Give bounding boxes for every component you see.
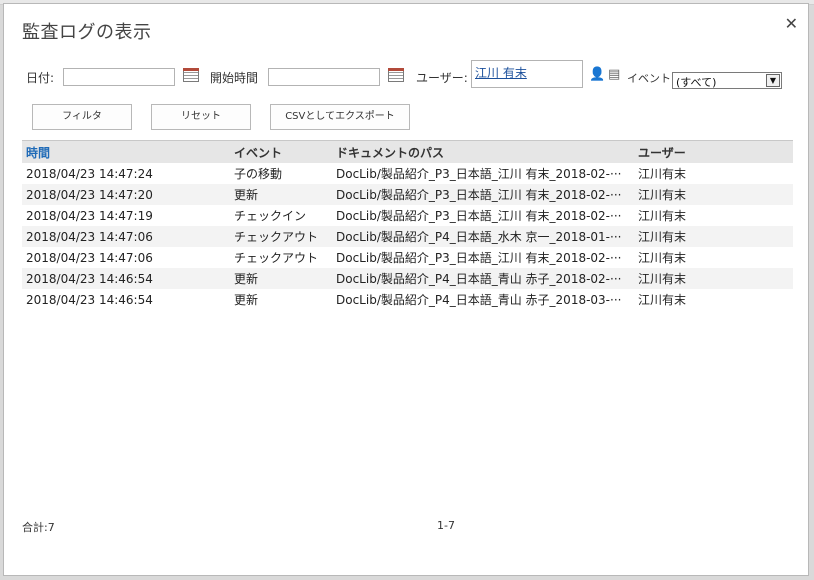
column-header-user[interactable]: ユーザー — [634, 140, 793, 163]
cell-event: チェックアウト — [230, 226, 332, 247]
dropdown-arrow-icon[interactable]: ▼ — [766, 74, 780, 87]
table-row[interactable]: 2018/04/23 14:47:20 更新 DocLib/製品紹介_P3_日本… — [22, 184, 793, 205]
cell-document-path: DocLib/製品紹介_P4_日本語_青山 赤子_2018-02-··· — [332, 268, 634, 289]
table-row[interactable]: 2018/04/23 14:47:06 チェックアウト DocLib/製品紹介_… — [22, 247, 793, 268]
cell-document-path: DocLib/製品紹介_P3_日本語_江川 有末_2018-02-··· — [332, 184, 634, 205]
cell-user: 江川有末 — [638, 251, 687, 265]
cell-event: チェックアウト — [234, 251, 319, 265]
cell-user: 江川有末 — [634, 184, 793, 205]
table-row[interactable]: 2018/04/23 14:47:06 チェックアウト DocLib/製品紹介_… — [22, 226, 793, 247]
calendar-icon[interactable] — [388, 68, 404, 82]
table-header-row: 時間 イベント ドキュメントのパス ユーザー — [22, 140, 793, 163]
cell-time: 2018/04/23 14:46:54 — [26, 292, 153, 307]
cell-document-path: DocLib/製品紹介_P3_日本語_江川 有末_2018-02-··· — [336, 251, 622, 265]
cell-time: 2018/04/23 14:47:19 — [26, 208, 153, 223]
filter-button[interactable]: フィルタ — [32, 104, 132, 130]
event-select[interactable]: (すべて) ▼ — [672, 72, 782, 89]
cell-user: 江川有末 — [634, 268, 793, 289]
start-time-input[interactable] — [268, 68, 380, 86]
reset-button[interactable]: リセット — [151, 104, 251, 130]
cell-event: チェックイン — [234, 209, 307, 223]
audit-log-dialog: 監査ログの表示 ✕ 日付: 開始時間 ユーザー: 江川 有末 👤 ▤ イベント … — [3, 3, 809, 576]
cell-document-path: DocLib/製品紹介_P4_日本語_青山 赤子_2018-03-··· — [336, 293, 622, 307]
cell-event: 更新 — [230, 184, 332, 205]
close-icon[interactable]: ✕ — [785, 14, 798, 34]
table-row[interactable]: 2018/04/23 14:46:54 更新 DocLib/製品紹介_P4_日本… — [22, 268, 793, 289]
total-count: 合計:7 — [22, 521, 55, 534]
dialog-title: 監査ログの表示 — [22, 22, 152, 43]
table-row[interactable]: 2018/04/23 14:47:19 チェックイン DocLib/製品紹介_P… — [22, 205, 793, 226]
date-label: 日付: — [26, 71, 55, 85]
column-header-event[interactable]: イベント — [230, 140, 332, 163]
cell-document-path: DocLib/製品紹介_P3_日本語_江川 有末_2018-02-··· — [336, 167, 622, 181]
column-header-document-path[interactable]: ドキュメントのパス — [332, 140, 634, 163]
cell-event: 子の移動 — [234, 167, 283, 181]
cell-document-path: DocLib/製品紹介_P4_日本語_水木 京一_2018-01-··· — [332, 226, 634, 247]
cell-event: 更新 — [234, 293, 259, 307]
event-select-value: (すべて) — [676, 76, 717, 89]
cell-time: 2018/04/23 14:46:54 — [22, 268, 230, 289]
cell-time: 2018/04/23 14:47:06 — [22, 226, 230, 247]
cell-event: 更新 — [230, 268, 332, 289]
cell-document-path: DocLib/製品紹介_P3_日本語_江川 有末_2018-02-··· — [336, 209, 622, 223]
user-label: ユーザー: — [416, 71, 468, 85]
cell-user: 江川有末 — [638, 167, 687, 181]
table-row[interactable]: 2018/04/23 14:47:24 子の移動 DocLib/製品紹介_P3_… — [22, 163, 793, 184]
calendar-icon[interactable] — [183, 68, 199, 82]
cell-time: 2018/04/23 14:47:06 — [26, 250, 153, 265]
cell-time: 2018/04/23 14:47:20 — [22, 184, 230, 205]
table-row[interactable]: 2018/04/23 14:46:54 更新 DocLib/製品紹介_P4_日本… — [22, 289, 793, 310]
start-time-label: 開始時間 — [210, 71, 259, 85]
date-input[interactable] — [63, 68, 175, 86]
audit-log-table: 時間 イベント ドキュメントのパス ユーザー 2018/04/23 14:47:… — [22, 140, 793, 310]
export-csv-button[interactable]: CSVとしてエクスポート — [270, 104, 410, 130]
cell-user: 江川有末 — [634, 226, 793, 247]
cell-user: 江川有末 — [638, 293, 687, 307]
event-label: イベント — [627, 72, 671, 85]
address-book-icon[interactable]: ▤ — [608, 68, 620, 82]
user-value[interactable]: 江川 有末 — [475, 64, 527, 81]
cell-user: 江川有末 — [638, 209, 687, 223]
user-picker-input[interactable]: 江川 有末 — [471, 60, 583, 88]
cell-time: 2018/04/23 14:47:24 — [26, 166, 153, 181]
people-picker-icon[interactable]: 👤 — [589, 68, 605, 82]
page-range: 1-7 — [437, 519, 455, 532]
column-header-time[interactable]: 時間 — [22, 140, 230, 163]
